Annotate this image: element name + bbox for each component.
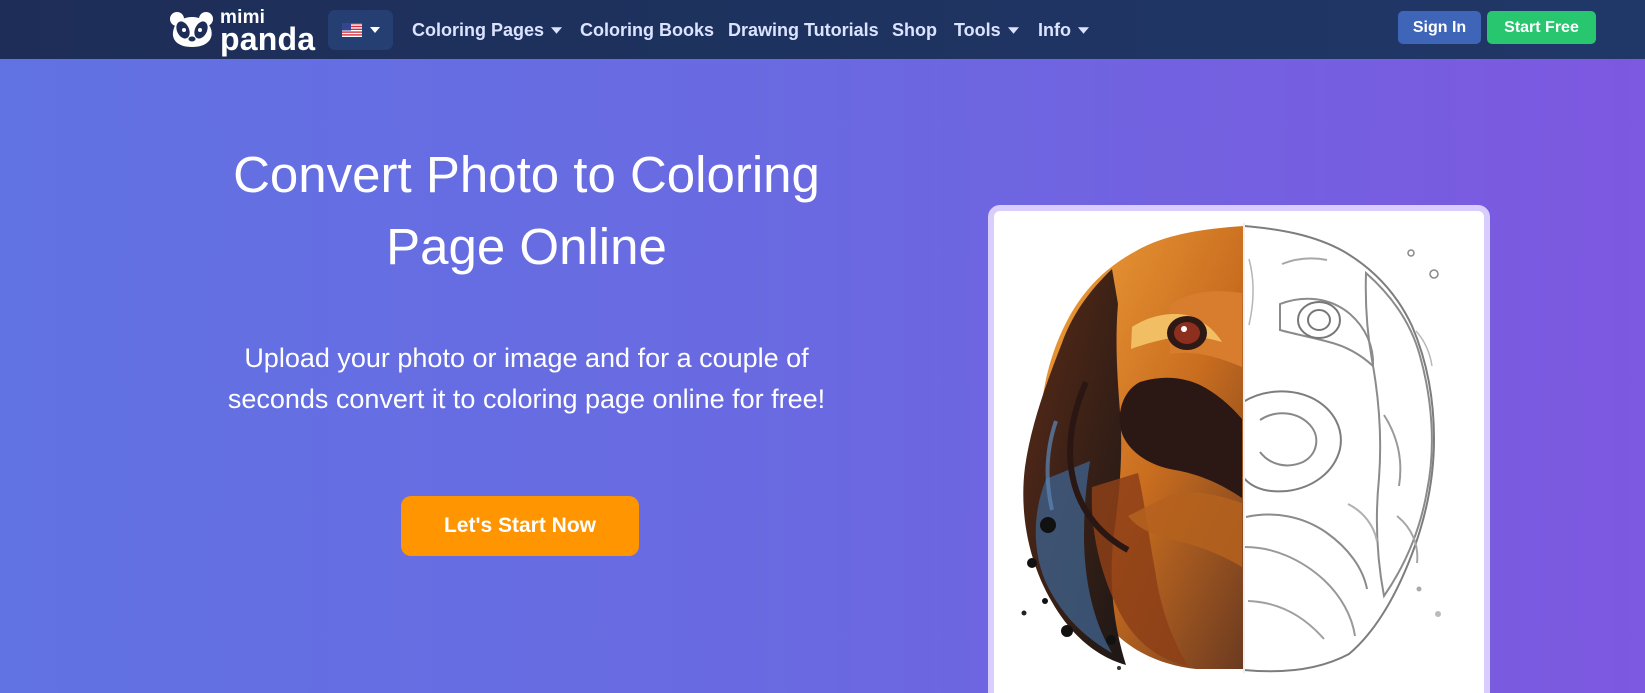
- hero-title: Convert Photo to Coloring Page Online: [233, 146, 820, 275]
- hero-section: Convert Photo to Coloring Page Online Up…: [0, 59, 1645, 693]
- nav-info-label: Info: [1038, 20, 1071, 40]
- nav-info[interactable]: Info: [1038, 19, 1089, 41]
- chevron-down-icon: [1007, 26, 1019, 34]
- nav-drawing-tutorials[interactable]: Drawing Tutorials: [728, 19, 879, 41]
- nav-shop-label: Shop: [892, 20, 937, 40]
- nav-coloring-books-label: Coloring Books: [580, 20, 714, 40]
- nav-drawing-tutorials-label: Drawing Tutorials: [728, 20, 879, 40]
- chevron-down-icon: [369, 27, 380, 33]
- nav-coloring-books[interactable]: Coloring Books: [580, 19, 714, 41]
- sign-in-button[interactable]: Sign In: [1398, 11, 1481, 44]
- us-flag-icon: [341, 23, 362, 37]
- chevron-down-icon: [1078, 26, 1089, 34]
- half-colored-dog-illustration: [1021, 223, 1441, 673]
- language-selector[interactable]: [328, 10, 393, 50]
- nav-coloring-pages-label: Coloring Pages: [412, 20, 545, 40]
- nav-coloring-pages[interactable]: Coloring Pages: [412, 19, 563, 41]
- logo-word-panda: panda: [220, 21, 316, 57]
- top-navbar: mimi panda Coloring Pages Coloring Books…: [0, 0, 1645, 59]
- hero-subtitle: Upload your photo or image and for a cou…: [227, 343, 826, 414]
- start-free-button[interactable]: Start Free: [1487, 11, 1596, 44]
- nav-tools-label: Tools: [954, 20, 1001, 40]
- chevron-down-icon: [551, 26, 563, 34]
- panda-face-icon: [170, 12, 213, 47]
- lets-start-now-button[interactable]: Let's Start Now: [401, 496, 639, 556]
- logo-link[interactable]: mimi panda: [169, 8, 317, 57]
- hero-image-frame: [988, 205, 1490, 693]
- nav-shop[interactable]: Shop: [892, 19, 937, 41]
- nav-tools[interactable]: Tools: [954, 19, 1019, 41]
